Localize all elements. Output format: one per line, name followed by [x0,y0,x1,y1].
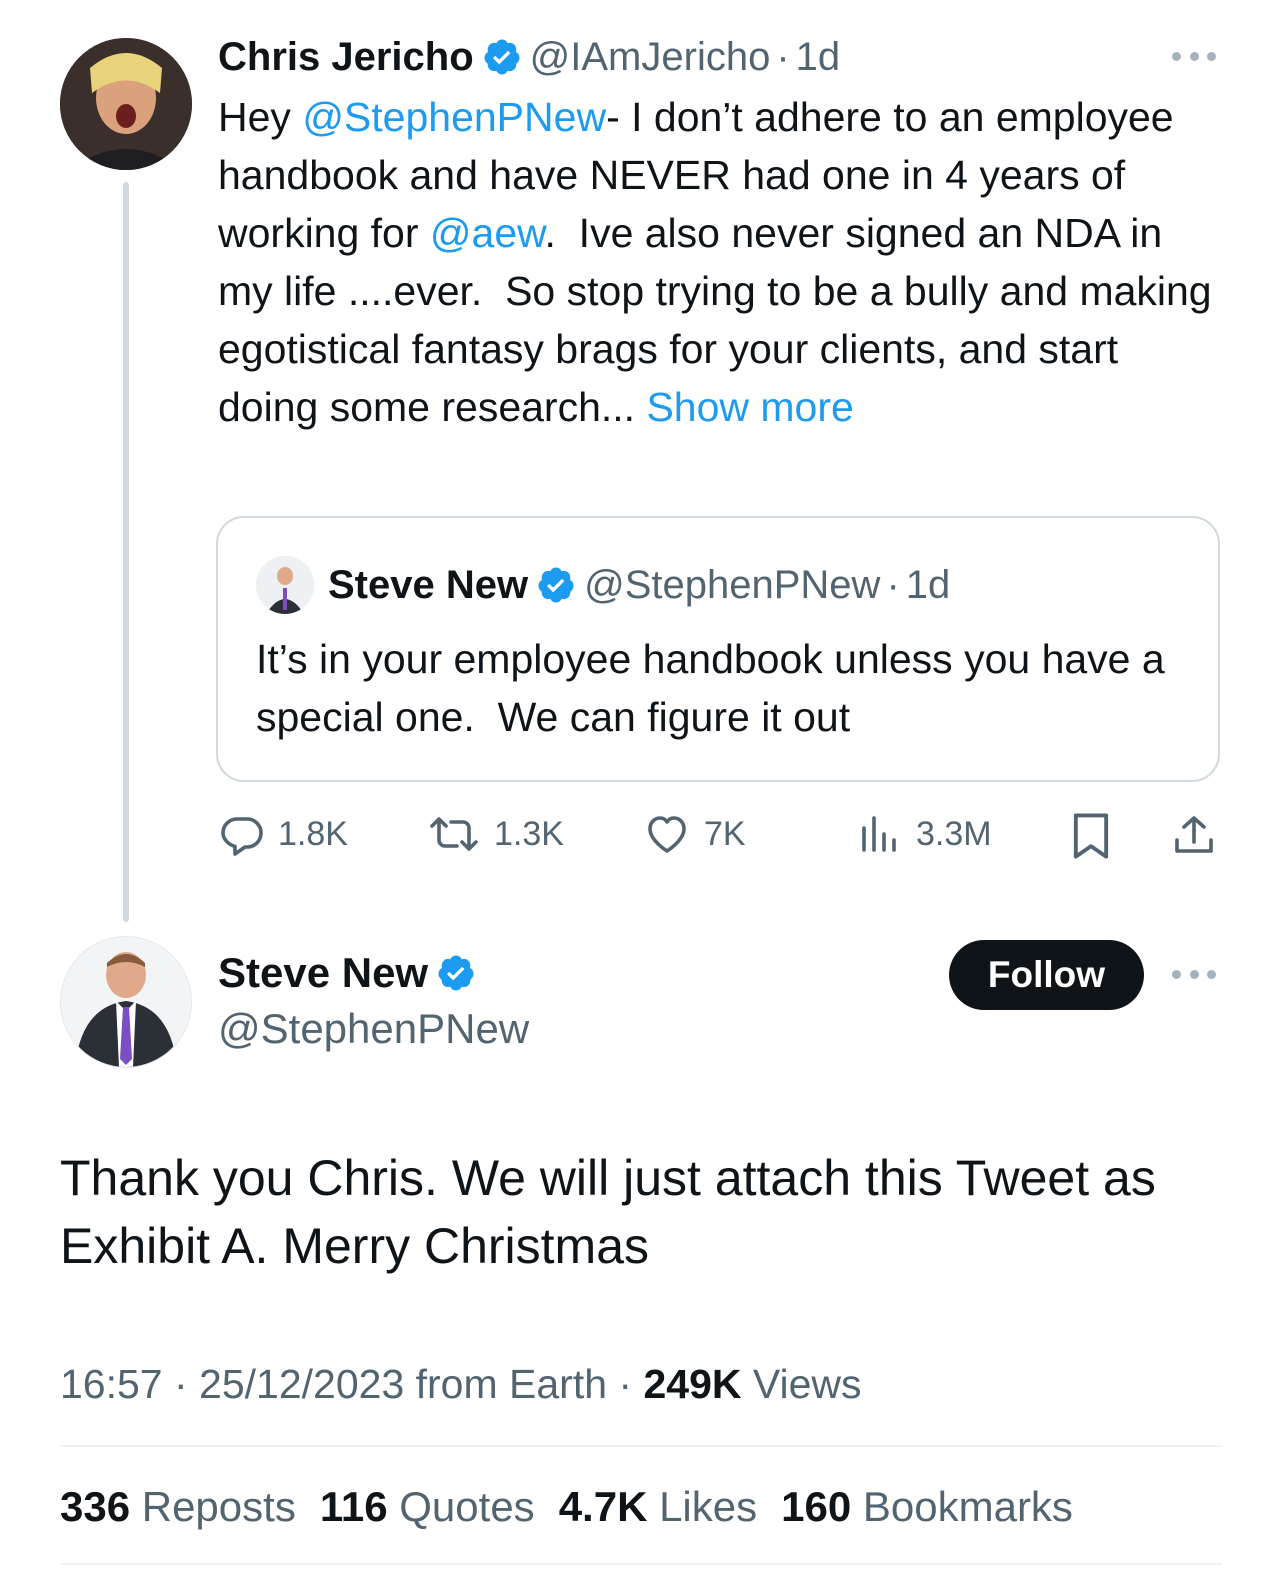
views-count: 3.3M [916,814,992,853]
quoted-tweet-age: 1d [905,563,951,607]
repost-button[interactable]: 1.3K [426,810,564,858]
bookmarks-stat[interactable]: 160 Bookmarks [781,1483,1073,1530]
bookmarks-label: Bookmarks [851,1483,1073,1530]
verified-badge-icon [484,39,520,75]
meta-separator: · [607,1361,644,1407]
like-icon [648,816,686,853]
like-count: 7K [704,814,746,853]
share-button[interactable] [1170,810,1230,862]
follow-button[interactable]: Follow [949,940,1144,1010]
like-button[interactable]: 7K [642,810,746,858]
tweet-date[interactable]: 25/12/2023 [199,1361,404,1407]
views-button[interactable]: 3.3M [856,810,992,858]
author-name[interactable]: Chris Jericho [218,34,474,80]
thread-connector-line [123,182,129,922]
main-author-name[interactable]: Steve New [218,950,428,996]
quoted-tweet-header: Steve New @StephenPNew · 1d [328,562,950,608]
tweet-age[interactable]: 1d [796,34,841,80]
views-count: 249K [643,1361,742,1407]
engagement-stats: 336 Reposts 116 Quotes 4.7K Likes 160 Bookm… [60,1478,1097,1536]
parent-tweet-text: Hey @StephenPNew- I don’t adhere to an e… [218,88,1228,436]
bookmark-icon [1073,813,1109,859]
reposts-stat[interactable]: 336 Reposts [60,1483,296,1530]
reply-icon [221,817,263,856]
mention-link[interactable]: @aew [430,210,545,256]
views-label: Views [741,1361,862,1407]
header-separator: · [886,563,900,607]
repost-icon [430,817,478,851]
chris-jericho-avatar[interactable] [60,38,192,170]
main-tweet-text: Thank you Chris. We will just attach thi… [60,1150,1156,1274]
mention-link[interactable]: @StephenPNew [302,94,606,140]
views-icon [862,816,896,852]
reposts-count: 336 [60,1483,131,1530]
main-author-header: Steve New [218,950,484,996]
bookmarks-count: 160 [781,1483,852,1530]
divider [60,1445,1222,1447]
likes-label: Likes [647,1483,758,1530]
author-handle[interactable]: @IAmJericho [530,34,771,80]
quoted-tweet-text: It’s in your employee handbook unless yo… [256,636,1177,740]
more-options-icon[interactable] [1172,46,1216,66]
steve-new-avatar[interactable] [60,936,192,1068]
more-options-icon[interactable] [1172,964,1216,984]
quotes-label: Quotes [387,1483,535,1530]
likes-count: 4.7K [558,1483,648,1530]
quotes-count: 116 [319,1483,388,1530]
bookmark-button[interactable] [1068,810,1126,862]
quoted-author-name: Steve New [328,563,529,607]
share-icon [1175,816,1213,853]
reposts-label: Reposts [130,1483,296,1530]
tweet-time[interactable]: 16:57 [60,1361,163,1407]
steve-new-small-avatar [256,556,314,614]
meta-separator: · [162,1361,200,1407]
likes-stat[interactable]: 4.7K Likes [559,1483,757,1530]
header-separator: · [776,35,790,79]
show-more-link[interactable]: Show more [635,384,853,430]
main-author-handle[interactable]: @StephenPNew [218,1004,529,1054]
reply-count: 1.8K [278,814,348,853]
tweet-meta: 16:57 · 25/12/2023 from Earth · 249K Vie… [60,1356,862,1412]
quotes-stat[interactable]: 116 Quotes [320,1483,535,1530]
repost-count: 1.3K [494,814,564,853]
text-segment: Hey [218,94,303,140]
tweet-source: from Earth [404,1361,608,1407]
reply-button[interactable]: 1.8K [218,810,348,858]
divider [60,1563,1222,1565]
parent-tweet-header: Chris Jericho @IAmJericho · 1d [218,34,840,80]
quoted-author-handle: @StephenPNew [584,563,881,607]
verified-badge-icon [538,567,574,603]
verified-badge-icon [438,955,474,991]
